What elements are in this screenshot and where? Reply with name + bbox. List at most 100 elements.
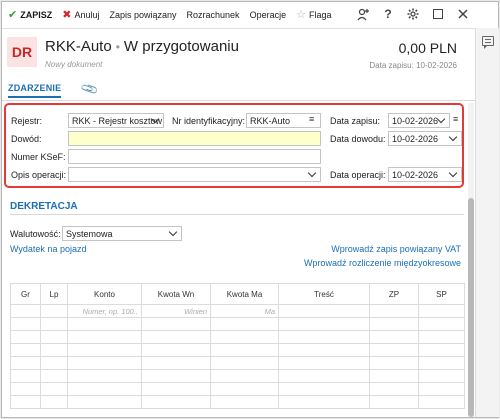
help-icon[interactable]: ? (380, 6, 396, 22)
evidence-input[interactable] (68, 131, 321, 146)
column-header[interactable]: Gr (10, 283, 41, 305)
cancel-button[interactable]: ✖ Anuluj (62, 6, 99, 24)
record-date-value: 10-02-2026 (392, 115, 439, 126)
cancel-label: Anuluj (74, 10, 100, 20)
section-divider (10, 214, 464, 215)
evidence-date-label: Data dowodu: (330, 134, 386, 144)
table-row (10, 356, 465, 370)
evidence-date-value: 10-02-2026 (392, 133, 439, 144)
document-subtitle: Nowy dokument (45, 60, 103, 69)
table-cell[interactable] (369, 304, 419, 318)
vehicle-expense-link[interactable]: Wydatek na pojazd (10, 244, 86, 254)
evidence-date-input[interactable]: 10-02-2026 (388, 131, 462, 146)
record-date-info: Data zapisu: 10-02-2026 (369, 61, 457, 70)
table-row-entry[interactable]: Numer, np. 100.. Winien Ma (10, 304, 465, 318)
accrual-settlement-link[interactable]: Wprowadź rozliczenie międzyokresowe (304, 258, 461, 268)
table-row (10, 369, 465, 383)
operations-button[interactable]: Operacje (250, 6, 287, 24)
save-button[interactable]: ✔ ZAPISZ (8, 6, 52, 24)
currency-select[interactable]: Systemowa (62, 226, 182, 241)
table-row (10, 382, 465, 396)
document-amount: 0,00 PLN (398, 40, 457, 56)
table-row (10, 317, 465, 331)
operation-description-select[interactable] (68, 167, 321, 182)
flag-button[interactable]: ☆ Flaga (296, 6, 331, 24)
paperclip-icon[interactable]: 📎 (80, 79, 100, 99)
operation-date-label: Data operacji: (330, 170, 386, 180)
table-cell[interactable] (278, 304, 370, 318)
column-header[interactable]: SP (418, 283, 465, 305)
menu-lines-icon[interactable]: ≡ (453, 114, 458, 124)
document-code: RKK-Auto (45, 38, 112, 55)
save-label: ZAPISZ (20, 10, 53, 20)
table-cell[interactable] (10, 304, 41, 318)
title-separator: • (115, 40, 120, 54)
document-status: W przygotowaniu (123, 38, 239, 55)
debit-input[interactable]: Winien (141, 304, 211, 318)
checkmark-icon: ✔ (8, 8, 18, 21)
table-row (10, 395, 465, 409)
maximize-icon[interactable] (430, 6, 446, 22)
column-header[interactable]: Lp (40, 283, 68, 305)
event-form: Rejestr: RKK - Rejestr kosztow Nr identy… (4, 103, 464, 188)
id-number-value: RKK-Auto (250, 115, 291, 126)
table-row (10, 330, 465, 344)
linked-vat-entry-link[interactable]: Wprowadź zapis powiązany VAT (331, 244, 461, 254)
menu-lines-icon[interactable]: ≡ (309, 114, 314, 124)
section-title-dekretacja: DEKRETACJA (10, 201, 78, 212)
flag-label: Flaga (308, 10, 332, 20)
currency-value: Systemowa (66, 228, 113, 239)
posting-table: Gr Lp Konto Kwota Wn Kwota Ma Treść ZP S… (10, 283, 465, 409)
close-icon[interactable] (455, 6, 471, 22)
gear-icon[interactable] (405, 6, 421, 22)
column-header[interactable]: Kwota Ma (210, 283, 279, 305)
document-type-badge: DR (7, 37, 37, 67)
operations-label: Operacje (249, 10, 287, 20)
table-cell[interactable] (40, 304, 68, 318)
tab-bar: ZDARZENIE 📎 (2, 79, 475, 101)
linked-entry-label: Zapis powiązany (109, 10, 177, 20)
operation-date-value: 10-02-2026 (392, 169, 439, 180)
id-number-label: Nr identyfikacyjny: (172, 116, 246, 126)
register-value: RKK - Rejestr kosztow (72, 115, 163, 126)
document-header: DR RKK-Auto • W przygotowaniu Nowy dokumen… (2, 28, 475, 78)
register-label: Rejestr: (11, 116, 43, 126)
chevron-down-icon (438, 116, 445, 123)
table-cell[interactable] (418, 304, 465, 318)
register-select[interactable]: RKK - Rejestr kosztow (68, 113, 164, 128)
column-header[interactable]: Konto (67, 283, 142, 305)
comment-icon[interactable] (482, 36, 494, 49)
ksef-label: Numer KSeF: (11, 152, 66, 162)
credit-input[interactable]: Ma (210, 304, 279, 318)
toolbar: ✔ ZAPISZ ✖ Anuluj Zapis powiązany Rozrac… (2, 2, 475, 28)
plus-user-icon[interactable] (355, 6, 371, 22)
page-title: RKK-Auto • W przygotowaniu (45, 38, 239, 55)
column-header[interactable]: ZP (369, 283, 419, 305)
tab-zdarzenie[interactable]: ZDARZENIE (8, 83, 62, 98)
scrollbar-thumb[interactable] (468, 198, 474, 417)
close-x-icon: ✖ (62, 8, 72, 21)
record-date-input[interactable]: 10-02-2026 (388, 113, 450, 128)
record-date-label: Data zapisu: (330, 116, 381, 126)
table-row (10, 343, 465, 357)
table-header-row: Gr Lp Konto Kwota Wn Kwota Ma Treść ZP S… (10, 283, 465, 305)
operation-date-input[interactable]: 10-02-2026 (388, 167, 462, 182)
settlement-label: Rozrachunek (186, 10, 240, 20)
chevron-down-icon (450, 170, 457, 177)
currency-label: Walutowość: (10, 229, 61, 239)
linked-entry-button[interactable]: Zapis powiązany (109, 6, 176, 24)
chevron-down-icon (152, 116, 159, 123)
column-header[interactable]: Kwota Wn (141, 283, 211, 305)
vertical-scrollbar[interactable] (468, 103, 474, 417)
chevron-down-icon (170, 229, 177, 236)
chevron-down-icon (309, 170, 316, 177)
column-header[interactable]: Treść (278, 283, 370, 305)
side-rail (475, 28, 499, 417)
chevron-down-icon (450, 134, 457, 141)
settlement-button[interactable]: Rozrachunek (187, 6, 240, 24)
star-icon: ☆ (296, 8, 306, 21)
operation-description-label: Opis operacji: (11, 170, 67, 180)
account-input[interactable]: Numer, np. 100.. (67, 304, 142, 318)
ksef-input[interactable] (68, 149, 321, 164)
document-window: ✔ ZAPISZ ✖ Anuluj Zapis powiązany Rozrac… (1, 1, 499, 418)
